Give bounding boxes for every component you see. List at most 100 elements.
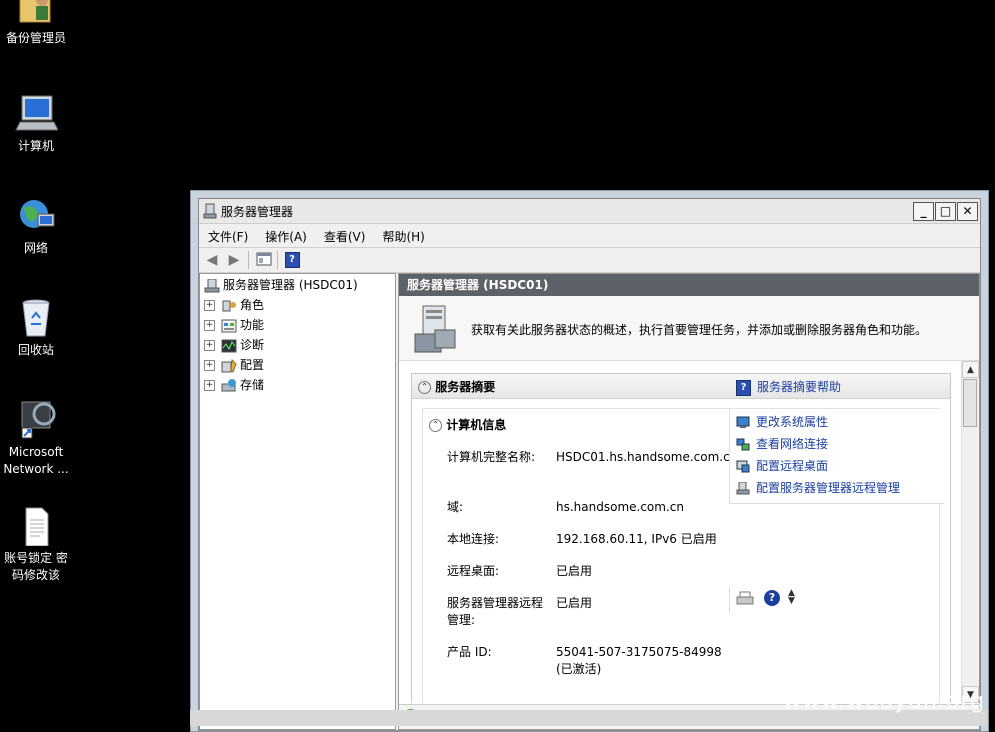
tree-item-label: 功能 bbox=[240, 318, 265, 332]
prop-value-full-name: HSDC01.hs.handsome.com.cn bbox=[556, 450, 738, 464]
prop-label-domain: 域: bbox=[447, 500, 464, 514]
server-summary-section: ⌃ 服务器摘要 ? 服务器摘要帮助 ⌃ 计算机信息 计算机完整名称: HSDC01… bbox=[411, 373, 951, 703]
details-header: 服务器管理器 (HSDC01) bbox=[399, 274, 979, 296]
prop-label-full-name: 计算机完整名称: bbox=[447, 450, 536, 464]
link-view-network-connections[interactable]: 查看网络连接 bbox=[736, 435, 828, 452]
tree-item-label: 诊断 bbox=[240, 338, 265, 352]
user-folder-icon bbox=[14, 0, 58, 26]
maximize-button[interactable]: □ bbox=[935, 202, 956, 221]
tree-root-server-manager[interactable]: 服务器管理器 (HSDC01) bbox=[204, 276, 358, 294]
text-document-icon bbox=[14, 506, 58, 547]
link-configure-remote-desktop[interactable]: 配置远程桌面 bbox=[736, 457, 828, 474]
server-summary-header[interactable]: ⌃ 服务器摘要 ? 服务器摘要帮助 bbox=[412, 374, 950, 399]
tree-item-diagnostics[interactable]: + 诊断 bbox=[204, 336, 264, 354]
title-bar[interactable]: 服务器管理器 _ □ ✕ bbox=[199, 199, 980, 224]
prop-value-product-id: 55041-507-3175075-84998 (已激活) bbox=[556, 645, 722, 676]
prop-value-domain: hs.handsome.com.cn bbox=[556, 500, 684, 514]
minimize-button[interactable]: _ bbox=[913, 202, 934, 221]
link-change-system-properties[interactable]: 更改系统属性 bbox=[736, 413, 828, 430]
toolbar: ◀ ▶ ? bbox=[199, 247, 980, 273]
prop-label-remote-management: 服务器管理器远程管理: bbox=[447, 596, 544, 627]
network-monitor-shortcut-icon bbox=[14, 400, 58, 440]
tree-item-label: 配置 bbox=[240, 358, 265, 372]
more-options-icon[interactable]: ▲ ▼ bbox=[788, 589, 795, 606]
menu-action[interactable]: 操作(A) bbox=[256, 224, 315, 246]
tree-item-features[interactable]: + 功能 bbox=[204, 316, 264, 334]
summary-content: ⌃ 服务器摘要 ? 服务器摘要帮助 ⌃ 计算机信息 计算机完整名称: HSDC01… bbox=[399, 361, 961, 703]
watermark-text: www.wooyun.org bbox=[783, 689, 985, 714]
diagnostics-icon bbox=[221, 339, 237, 353]
window-title: 服务器管理器 bbox=[221, 205, 294, 219]
description-banner: 获取有关此服务器状态的概述，执行首要管理任务，并添加或删除服务器角色和功能。 bbox=[399, 296, 979, 361]
prop-label-local-connection: 本地连接: bbox=[447, 532, 500, 546]
computer-info-title[interactable]: ⌃ 计算机信息 bbox=[429, 416, 506, 433]
help-circle-icon[interactable]: ? bbox=[764, 590, 780, 606]
collapse-icon[interactable]: ⌃ bbox=[429, 419, 442, 432]
console-tree-icon[interactable] bbox=[255, 251, 273, 269]
tree-item-configuration[interactable]: + 配置 bbox=[204, 356, 264, 374]
console-tree: 服务器管理器 (HSDC01) + 角色 + 功能 + 诊断 + 配置 + 存储 bbox=[199, 273, 396, 730]
server-manager-icon bbox=[203, 203, 217, 219]
expand-icon[interactable]: + bbox=[204, 320, 215, 331]
desktop-icon-label: Microsoft Network ... bbox=[3, 445, 69, 476]
help-question-badge: ? bbox=[284, 252, 300, 268]
link-configure-remote-management[interactable]: 配置服务器管理器远程管理 bbox=[736, 479, 900, 496]
tree-item-storage[interactable]: + 存储 bbox=[204, 376, 264, 394]
menu-view[interactable]: 查看(V) bbox=[315, 224, 374, 246]
menu-bar: 文件(F) 操作(A) 查看(V) 帮助(H) bbox=[199, 224, 980, 246]
tree-item-roles[interactable]: + 角色 bbox=[204, 296, 264, 314]
desktop-icon-computer[interactable]: 计算机 bbox=[0, 94, 72, 155]
window-client: 服务器管理器 _ □ ✕ 文件(F) 操作(A) 查看(V) 帮助(H) ◀ ▶… bbox=[198, 198, 981, 731]
computer-info-tasks: 更改系统属性 查看网络连接 配置远程桌面 配置服务器管理器远程管理 bbox=[729, 409, 944, 504]
desktop-icon-backup-admin[interactable]: 备份管理员 bbox=[0, 0, 72, 47]
forward-arrow-icon[interactable]: ▶ bbox=[225, 251, 243, 269]
server-summary-help-link[interactable]: ? 服务器摘要帮助 bbox=[736, 378, 841, 396]
window-controls: _ □ ✕ bbox=[913, 202, 978, 221]
computer-info-section: ⌃ 计算机信息 计算机完整名称: HSDC01.hs.handsome.com.… bbox=[422, 408, 944, 703]
roles-icon bbox=[221, 299, 237, 313]
collapse-icon[interactable]: ⌃ bbox=[418, 381, 431, 394]
prop-label-product-id: 产品 ID: bbox=[447, 645, 492, 659]
server-management-icon bbox=[736, 481, 750, 495]
toolbar-separator bbox=[248, 251, 249, 269]
remote-desktop-icon bbox=[736, 460, 750, 473]
menu-help[interactable]: 帮助(H) bbox=[373, 224, 432, 246]
vertical-scrollbar[interactable]: ▲ ▼ bbox=[961, 361, 979, 703]
recycle-bin-icon bbox=[14, 298, 58, 338]
server-summary-title: ⌃ 服务器摘要 bbox=[418, 378, 495, 395]
tree-item-label: 存储 bbox=[240, 378, 265, 392]
server-manager-window: 服务器管理器 _ □ ✕ 文件(F) 操作(A) 查看(V) 帮助(H) ◀ ▶… bbox=[190, 190, 989, 732]
back-arrow-icon[interactable]: ◀ bbox=[203, 251, 221, 269]
expand-icon[interactable]: + bbox=[204, 300, 215, 311]
desktop-icon-text-document[interactable]: 账号锁定 密码修改该 bbox=[0, 506, 72, 584]
help-icon[interactable]: ? bbox=[283, 251, 301, 269]
prop-value-remote-desktop: 已启用 bbox=[556, 564, 593, 578]
desktop-icon-microsoft-network-monitor[interactable]: Microsoft Network ... bbox=[0, 400, 72, 478]
scroll-thumb[interactable] bbox=[963, 379, 977, 427]
storage-icon bbox=[221, 378, 237, 393]
menu-file[interactable]: 文件(F) bbox=[199, 224, 256, 246]
desktop-icon-network[interactable]: 网络 bbox=[0, 196, 72, 257]
details-pane: 服务器管理器 (HSDC01) 获取有关此服务器状态的概述，执行首要管理任务，并… bbox=[398, 273, 980, 730]
expand-icon[interactable]: + bbox=[204, 380, 215, 391]
configuration-icon bbox=[221, 358, 237, 373]
help-icon: ? bbox=[736, 379, 751, 396]
computer-icon bbox=[14, 94, 59, 134]
expand-icon[interactable]: + bbox=[204, 340, 215, 351]
desktop-icon-label: 账号锁定 密码修改该 bbox=[4, 551, 68, 582]
desktop-icon-label: 回收站 bbox=[17, 343, 54, 357]
network-connections-icon bbox=[736, 438, 750, 451]
task-tools: ? ▲ ▼ bbox=[729, 587, 810, 613]
desktop-icon-recycle-bin[interactable]: 回收站 bbox=[0, 298, 72, 359]
desktop-icon-label: 计算机 bbox=[17, 139, 54, 153]
close-button[interactable]: ✕ bbox=[957, 202, 978, 221]
desktop-icon-label: 网络 bbox=[23, 241, 48, 255]
scroll-up-icon[interactable]: ▲ bbox=[962, 361, 979, 378]
server-manager-large-icon bbox=[413, 304, 459, 354]
expand-icon[interactable]: + bbox=[204, 360, 215, 371]
desktop-icon-label: 备份管理员 bbox=[5, 31, 66, 45]
features-icon bbox=[221, 319, 237, 333]
server-icon bbox=[204, 278, 220, 293]
prop-value-local-connection: 192.168.60.11, IPv6 已启用 bbox=[556, 532, 717, 546]
print-icon[interactable] bbox=[736, 591, 754, 610]
